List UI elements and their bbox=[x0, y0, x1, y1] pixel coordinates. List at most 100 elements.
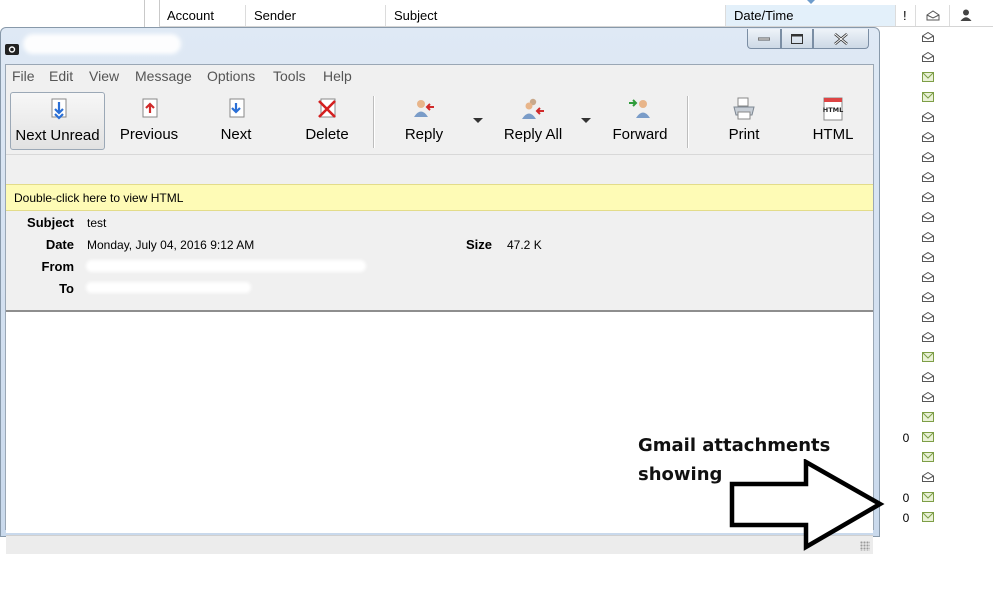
column-account[interactable]: Account bbox=[159, 5, 246, 26]
list-row[interactable] bbox=[899, 388, 979, 408]
from-label: From bbox=[41, 259, 75, 274]
person-icon bbox=[960, 9, 972, 21]
reply-dropdown-arrow[interactable] bbox=[473, 118, 483, 123]
close-button[interactable] bbox=[813, 29, 869, 49]
menu-file[interactable]: File bbox=[12, 68, 35, 84]
column-read-status[interactable] bbox=[916, 5, 950, 26]
from-value-redacted bbox=[86, 260, 366, 272]
list-row[interactable] bbox=[899, 368, 979, 388]
next-label: Next bbox=[220, 126, 252, 143]
list-row[interactable] bbox=[899, 308, 979, 328]
envelope-open-icon bbox=[926, 10, 940, 21]
maximize-button[interactable] bbox=[781, 29, 813, 49]
reply-button[interactable]: Reply bbox=[396, 92, 452, 150]
envelope-open-icon bbox=[922, 472, 934, 482]
previous-button[interactable]: Previous bbox=[115, 92, 183, 150]
envelope-read-icon bbox=[922, 352, 934, 362]
reply-all-button[interactable]: Reply All bbox=[497, 92, 569, 150]
html-button[interactable]: HTML HTML bbox=[806, 92, 860, 150]
menu-message[interactable]: Message bbox=[135, 68, 192, 84]
size-label: Size bbox=[465, 237, 492, 252]
menu-view[interactable]: View bbox=[89, 68, 119, 84]
list-row[interactable]: 0 bbox=[899, 508, 979, 528]
list-row[interactable] bbox=[899, 48, 979, 68]
previous-label: Previous bbox=[119, 126, 179, 143]
menu-options[interactable]: Options bbox=[207, 68, 255, 84]
envelope-read-icon bbox=[922, 512, 934, 522]
menu-bar: File Edit View Message Options Tools Hel… bbox=[6, 65, 873, 87]
menu-tools[interactable]: Tools bbox=[273, 68, 306, 84]
date-value: Monday, July 04, 2016 9:12 AM bbox=[87, 238, 255, 252]
envelope-open-icon bbox=[922, 272, 934, 282]
to-label: To bbox=[59, 281, 74, 296]
delete-button[interactable]: Delete bbox=[296, 92, 358, 150]
list-row[interactable] bbox=[899, 148, 979, 168]
column-contact[interactable] bbox=[950, 5, 993, 26]
list-row[interactable] bbox=[899, 348, 979, 368]
envelope-read-icon bbox=[922, 492, 934, 502]
view-html-infobar[interactable]: Double-click here to view HTML bbox=[6, 184, 873, 211]
envelope-open-icon bbox=[922, 252, 934, 262]
envelope-open-icon bbox=[922, 392, 934, 402]
list-row[interactable] bbox=[899, 268, 979, 288]
column-datetime[interactable]: Date/Time bbox=[726, 0, 896, 26]
envelope-open-icon bbox=[922, 32, 934, 42]
column-sender[interactable]: Sender bbox=[246, 5, 386, 26]
list-row[interactable]: 0 bbox=[899, 428, 979, 448]
list-row[interactable] bbox=[899, 168, 979, 188]
list-row[interactable] bbox=[899, 408, 979, 428]
list-row[interactable] bbox=[899, 88, 979, 108]
menu-edit[interactable]: Edit bbox=[49, 68, 73, 84]
print-button[interactable]: Print bbox=[718, 92, 770, 150]
list-row[interactable] bbox=[899, 248, 979, 268]
subject-label: Subject bbox=[27, 215, 74, 230]
envelope-open-icon bbox=[922, 132, 934, 142]
list-row[interactable] bbox=[899, 108, 979, 128]
envelope-open-icon bbox=[922, 152, 934, 162]
next-unread-button[interactable]: Next Unread bbox=[10, 92, 105, 150]
list-row[interactable] bbox=[899, 328, 979, 348]
forward-button[interactable]: Forward bbox=[606, 92, 674, 150]
envelope-read-icon bbox=[922, 432, 934, 442]
subject-value: test bbox=[87, 216, 107, 230]
list-row[interactable] bbox=[899, 228, 979, 248]
envelope-open-icon bbox=[922, 312, 934, 322]
next-button[interactable]: Next bbox=[208, 92, 264, 150]
list-row[interactable] bbox=[899, 468, 979, 488]
reply-all-dropdown-arrow[interactable] bbox=[581, 118, 591, 123]
print-icon bbox=[733, 97, 755, 120]
menu-help[interactable]: Help bbox=[323, 68, 352, 84]
list-row[interactable] bbox=[899, 208, 979, 228]
envelope-open-icon bbox=[922, 172, 934, 182]
envelope-open-icon bbox=[922, 372, 934, 382]
column-priority[interactable]: ! bbox=[896, 5, 916, 26]
minimize-button[interactable] bbox=[747, 29, 781, 49]
sort-descending-icon bbox=[806, 0, 816, 4]
next-unread-label: Next Unread bbox=[15, 127, 100, 144]
next-unread-icon bbox=[51, 98, 66, 120]
minimize-icon bbox=[758, 37, 770, 40]
column-subject[interactable]: Subject bbox=[386, 5, 726, 26]
list-row[interactable]: 0 bbox=[899, 488, 979, 508]
to-value-redacted bbox=[86, 282, 251, 293]
envelope-open-icon bbox=[922, 192, 934, 202]
attachment-icon: 0 bbox=[902, 511, 910, 525]
list-row[interactable] bbox=[899, 68, 979, 88]
app-logo-icon bbox=[5, 44, 19, 55]
print-label: Print bbox=[728, 126, 760, 143]
size-value: 47.2 K bbox=[507, 238, 542, 252]
envelope-open-icon bbox=[922, 112, 934, 122]
envelope-open-icon bbox=[922, 52, 934, 62]
list-row[interactable] bbox=[899, 28, 979, 48]
attachment-icon: 0 bbox=[902, 431, 910, 445]
toolbar: Next Unread Previous Next Delete Reply R… bbox=[6, 88, 873, 155]
envelope-read-icon bbox=[922, 452, 934, 462]
list-row[interactable] bbox=[899, 448, 979, 468]
list-row[interactable] bbox=[899, 188, 979, 208]
message-headers: Subject test Date Monday, July 04, 2016 … bbox=[6, 211, 873, 312]
list-header: Account Sender Subject Date/Time ! bbox=[159, 0, 993, 27]
annotation-arrow-icon bbox=[729, 459, 885, 551]
list-row[interactable] bbox=[899, 288, 979, 308]
delete-icon bbox=[318, 98, 336, 118]
list-row[interactable] bbox=[899, 128, 979, 148]
